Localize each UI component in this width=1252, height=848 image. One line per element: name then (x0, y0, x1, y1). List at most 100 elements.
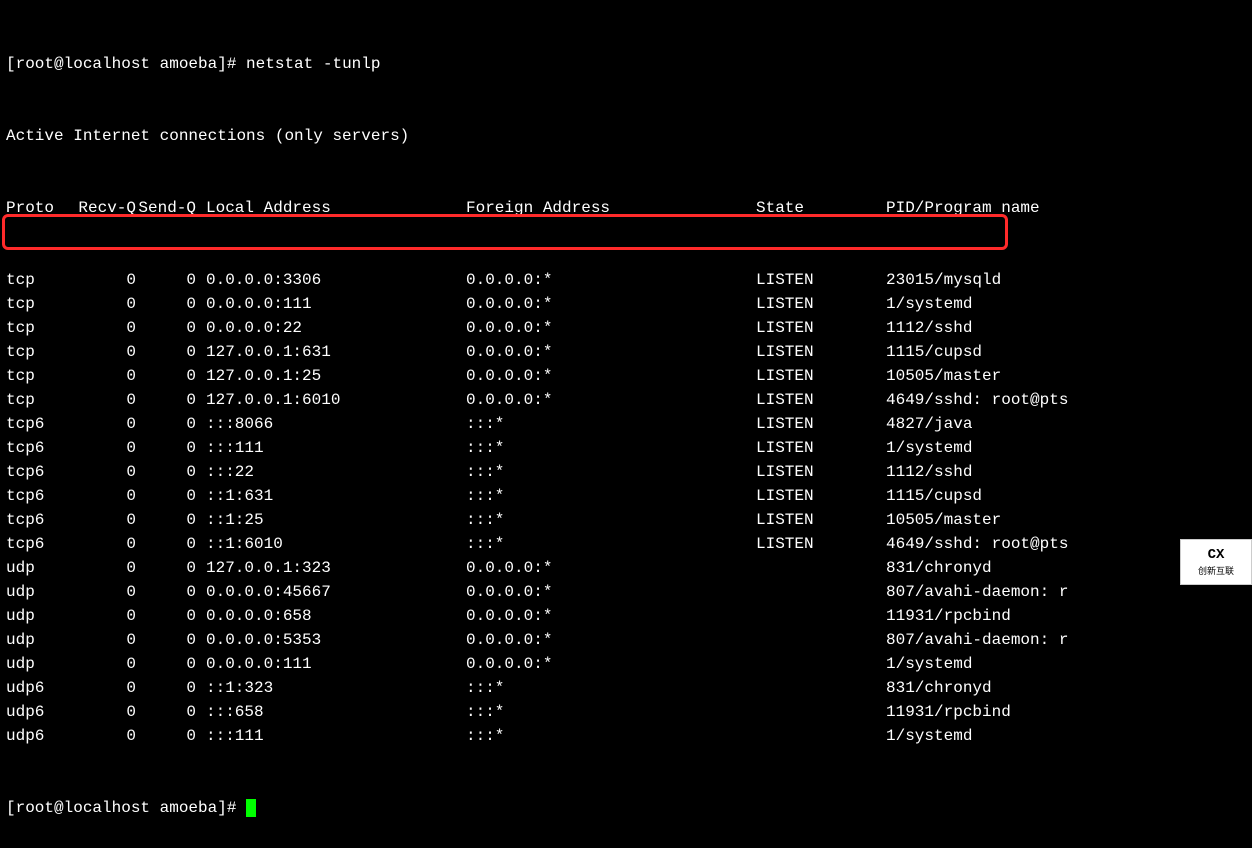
cell-pid: 4649/sshd: root@pts (886, 532, 1068, 556)
cell-pid: 1/systemd (886, 652, 972, 676)
table-row: udp00127.0.0.1:3230.0.0.0:*831/chronyd (6, 556, 1246, 580)
cell-recvq: 0 (76, 556, 136, 580)
cell-state: LISTEN (756, 412, 886, 436)
cell-foreign: :::* (466, 412, 756, 436)
cell-state: LISTEN (756, 436, 886, 460)
cell-sendq: 0 (136, 364, 196, 388)
cell-recvq: 0 (76, 364, 136, 388)
cell-proto: udp (6, 604, 76, 628)
cell-pid: 831/chronyd (886, 676, 992, 700)
cell-local: 0.0.0.0:5353 (196, 628, 466, 652)
col-local: Local Address (196, 196, 466, 220)
cell-local: 0.0.0.0:111 (196, 652, 466, 676)
table-row: tcp600:::111:::*LISTEN1/systemd (6, 436, 1246, 460)
cell-local: 127.0.0.1:6010 (196, 388, 466, 412)
cell-proto: tcp6 (6, 484, 76, 508)
table-row: tcp600:::22:::*LISTEN1112/sshd (6, 460, 1246, 484)
cell-recvq: 0 (76, 580, 136, 604)
watermark-logo: CX (1208, 545, 1225, 566)
cell-proto: tcp6 (6, 508, 76, 532)
cell-local: 127.0.0.1:631 (196, 340, 466, 364)
cell-local: :::658 (196, 700, 466, 724)
cell-proto: udp6 (6, 724, 76, 748)
cell-foreign: 0.0.0.0:* (466, 316, 756, 340)
cell-proto: tcp (6, 388, 76, 412)
cell-recvq: 0 (76, 292, 136, 316)
col-state: State (756, 196, 886, 220)
cell-recvq: 0 (76, 700, 136, 724)
table-row: tcp600::1:6010:::*LISTEN4649/sshd: root@… (6, 532, 1246, 556)
cell-sendq: 0 (136, 388, 196, 412)
cell-recvq: 0 (76, 388, 136, 412)
cell-foreign: 0.0.0.0:* (466, 604, 756, 628)
table-row: tcp000.0.0.0:1110.0.0.0:*LISTEN1/systemd (6, 292, 1246, 316)
shell-prompt: [root@localhost amoeba]# (6, 55, 246, 73)
table-row: tcp600:::8066:::*LISTEN4827/java (6, 412, 1246, 436)
cell-local: ::1:631 (196, 484, 466, 508)
cell-local: ::1:323 (196, 676, 466, 700)
cell-local: ::1:25 (196, 508, 466, 532)
cell-recvq: 0 (76, 724, 136, 748)
terminal-output[interactable]: [root@localhost amoeba]# netstat -tunlp … (0, 0, 1252, 848)
cell-proto: tcp (6, 292, 76, 316)
cell-state: LISTEN (756, 484, 886, 508)
cell-foreign: :::* (466, 532, 756, 556)
cell-state: LISTEN (756, 388, 886, 412)
cell-sendq: 0 (136, 268, 196, 292)
cell-proto: tcp6 (6, 436, 76, 460)
cell-proto: udp (6, 652, 76, 676)
cell-sendq: 0 (136, 460, 196, 484)
table-row: udp000.0.0.0:1110.0.0.0:*1/systemd (6, 652, 1246, 676)
cell-local: 127.0.0.1:323 (196, 556, 466, 580)
cell-pid: 4649/sshd: root@pts (886, 388, 1068, 412)
table-row: udp000.0.0.0:456670.0.0.0:*807/avahi-dae… (6, 580, 1246, 604)
cell-foreign: :::* (466, 700, 756, 724)
cell-sendq: 0 (136, 316, 196, 340)
cell-local: :::111 (196, 436, 466, 460)
cell-foreign: :::* (466, 676, 756, 700)
cell-pid: 10505/master (886, 364, 1001, 388)
cell-proto: tcp (6, 364, 76, 388)
cell-foreign: :::* (466, 724, 756, 748)
cell-foreign: :::* (466, 460, 756, 484)
command-text: netstat -tunlp (246, 55, 380, 73)
cell-local: :::22 (196, 460, 466, 484)
cell-sendq: 0 (136, 700, 196, 724)
cell-recvq: 0 (76, 604, 136, 628)
table-row: tcp000.0.0.0:33060.0.0.0:*LISTEN23015/my… (6, 268, 1246, 292)
cell-state: LISTEN (756, 292, 886, 316)
cell-recvq: 0 (76, 460, 136, 484)
cell-recvq: 0 (76, 532, 136, 556)
cell-sendq: 0 (136, 484, 196, 508)
cell-proto: tcp (6, 268, 76, 292)
cell-foreign: 0.0.0.0:* (466, 580, 756, 604)
cell-state: LISTEN (756, 364, 886, 388)
cell-sendq: 0 (136, 412, 196, 436)
cell-recvq: 0 (76, 316, 136, 340)
cell-pid: 4827/java (886, 412, 972, 436)
cell-sendq: 0 (136, 580, 196, 604)
cell-pid: 10505/master (886, 508, 1001, 532)
prompt-line-1: [root@localhost amoeba]# netstat -tunlp (6, 52, 1246, 76)
cell-pid: 1/systemd (886, 292, 972, 316)
col-sendq: Send-Q (136, 196, 196, 220)
header-line: Active Internet connections (only server… (6, 124, 1246, 148)
watermark-text: 创新互联 (1198, 566, 1234, 580)
table-row: tcp00127.0.0.1:6310.0.0.0:*LISTEN1115/cu… (6, 340, 1246, 364)
cell-local: 127.0.0.1:25 (196, 364, 466, 388)
cell-pid: 831/chronyd (886, 556, 992, 580)
cell-recvq: 0 (76, 628, 136, 652)
cell-pid: 1112/sshd (886, 460, 972, 484)
table-row: udp600::1:323:::*831/chronyd (6, 676, 1246, 700)
cell-foreign: 0.0.0.0:* (466, 652, 756, 676)
cell-pid: 1/systemd (886, 724, 972, 748)
col-foreign: Foreign Address (466, 196, 756, 220)
prompt-line-2[interactable]: [root@localhost amoeba]# (6, 796, 1246, 820)
cell-recvq: 0 (76, 412, 136, 436)
cell-state: LISTEN (756, 460, 886, 484)
cell-foreign: 0.0.0.0:* (466, 388, 756, 412)
table-row: tcp000.0.0.0:220.0.0.0:*LISTEN1112/sshd (6, 316, 1246, 340)
cell-pid: 1112/sshd (886, 316, 972, 340)
cell-pid: 11931/rpcbind (886, 700, 1011, 724)
cell-local: 0.0.0.0:658 (196, 604, 466, 628)
